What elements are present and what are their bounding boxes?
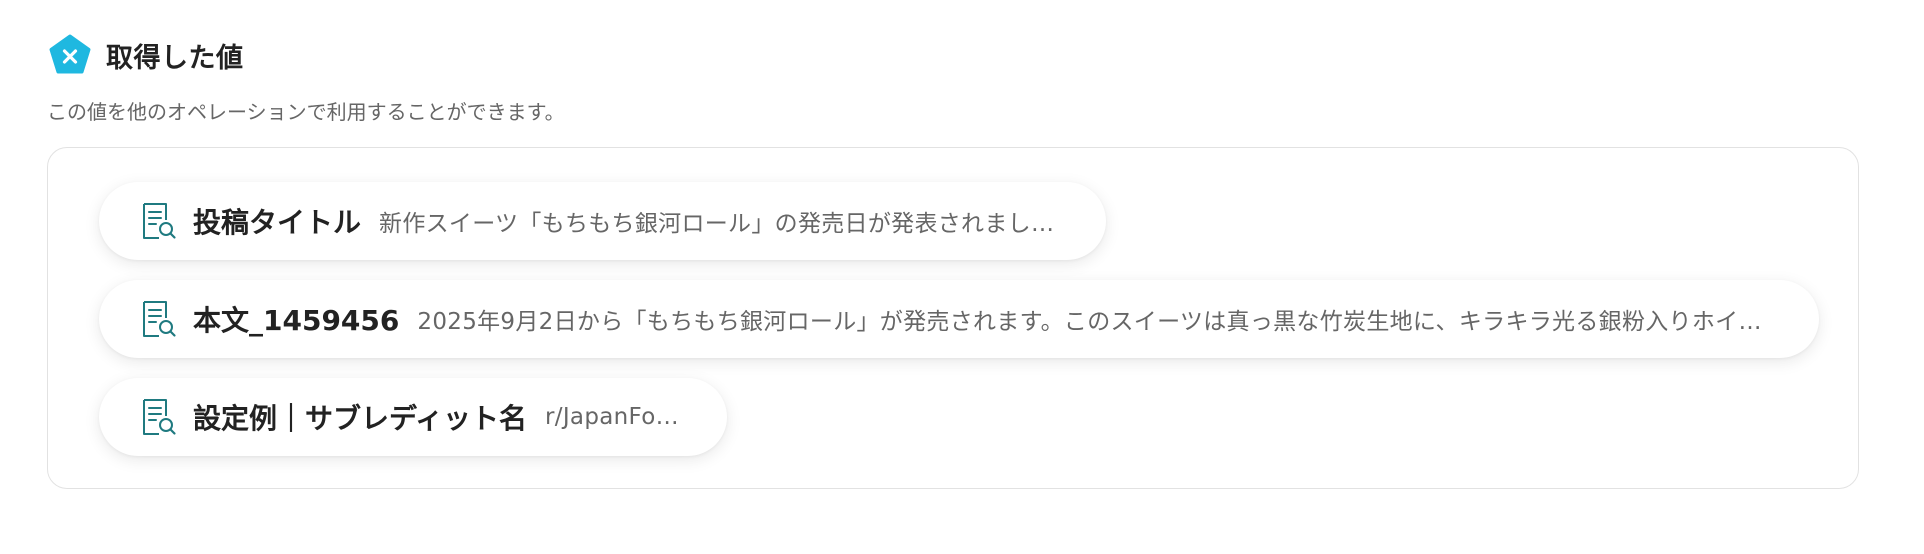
document-search-icon <box>141 201 177 241</box>
field-value: r/JapanFood <box>545 404 683 430</box>
section-description: この値を他のオペレーションで利用することができます。 <box>47 100 565 124</box>
field-key: 設定例｜サブレディット名 <box>193 402 528 435</box>
output-field-body[interactable]: 本文_1459456 2025年9月2日から「もちもち銀河ロール」が発売されます… <box>99 280 1819 358</box>
output-field-subreddit[interactable]: 設定例｜サブレディット名 r/JapanFood <box>99 378 727 456</box>
field-key: 本文_1459456 <box>193 304 400 337</box>
field-key: 投稿タイトル <box>193 206 362 239</box>
document-search-icon <box>141 397 177 437</box>
field-value: 新作スイーツ「もちもち銀河ロール」の発売日が発表されました！ <box>379 211 1062 237</box>
section-header: 取得した値 <box>48 34 244 76</box>
document-search-icon <box>141 299 177 339</box>
field-value: 2025年9月2日から「もちもち銀河ロール」が発売されます。このスイーツは真っ黒… <box>417 309 1775 335</box>
x-pentagon-icon <box>48 34 92 76</box>
section-title: 取得した値 <box>106 42 244 74</box>
output-field-post-title[interactable]: 投稿タイトル 新作スイーツ「もちもち銀河ロール」の発売日が発表されました！ <box>99 182 1106 260</box>
output-values-panel: 投稿タイトル 新作スイーツ「もちもち銀河ロール」の発売日が発表されました！ 本文… <box>47 147 1859 489</box>
